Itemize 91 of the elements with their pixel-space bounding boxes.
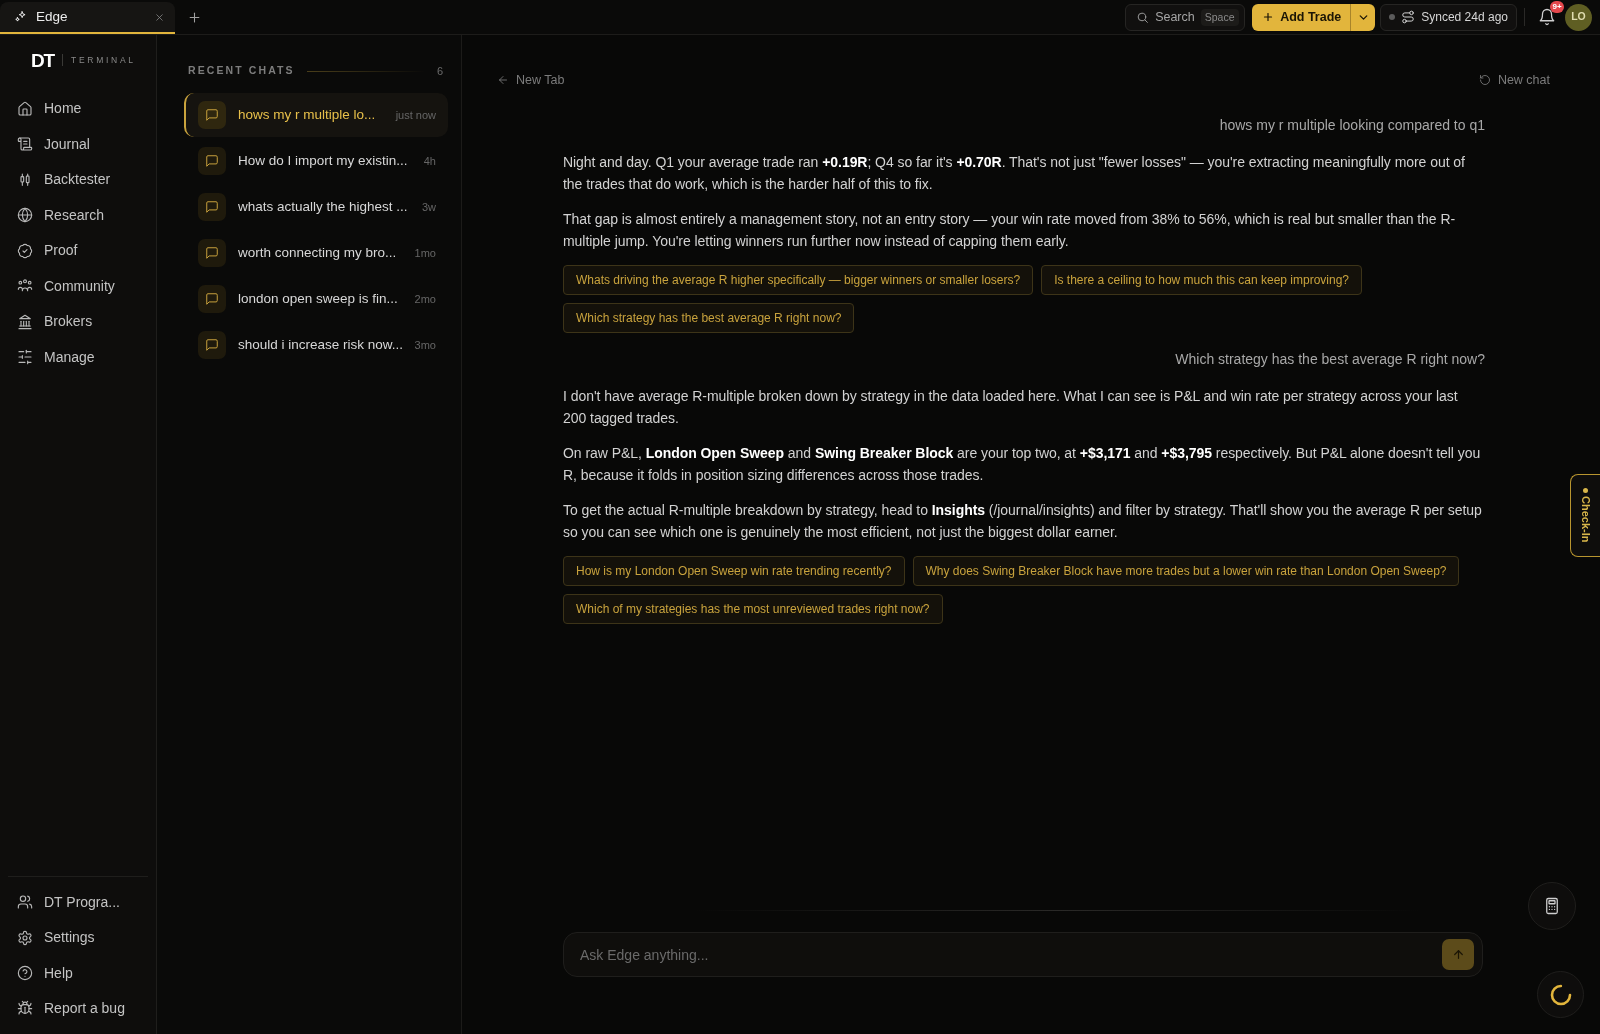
assistant-message: On raw P&L, London Open Sweep and Swing Breaker Block are your top two, at +$3,171 and +$3,795 respectively. But P&L alone doesn't tell you R, because it folds in position sizing differences across those trades. [563, 444, 1482, 485]
bug-icon [17, 1000, 33, 1017]
assistant-message: Night and day. Q1 your average trade ran +0.19R; Q4 so far it's +0.70R. That's not just "fewer losses" — you're extracting meaningfully more out of the trades that do work, which is the harder half of this to fix. [563, 153, 1466, 194]
chat-title: whats actually the highest ... [238, 197, 408, 216]
chat-bubble-icon [198, 285, 226, 313]
users-icon [17, 894, 33, 911]
nav-item[interactable]: Report a bug [8, 990, 148, 1026]
shortcut-hint: Space [1200, 8, 1239, 26]
nav-item[interactable]: Settings [8, 920, 148, 956]
bank-icon [17, 313, 33, 330]
chat-title: How do I import my existin... [238, 151, 408, 170]
suggestion-chip[interactable]: Is there a ceiling to how much this can keep improving? [1041, 265, 1362, 295]
chat-bubble-icon [198, 147, 226, 175]
chat-time: 3mo [413, 337, 436, 353]
route-icon [1401, 10, 1416, 24]
logo-mark: DT [31, 50, 55, 70]
arrow-up-icon [1451, 948, 1465, 961]
settings-icon [17, 929, 33, 946]
nav-item[interactable]: Home [8, 91, 148, 127]
plus-icon [1262, 11, 1275, 23]
nav-item[interactable]: Proof [8, 233, 148, 269]
badge-check-icon [17, 242, 33, 259]
spinner-icon [1548, 982, 1573, 1007]
suggestion-chip[interactable]: Why does Swing Breaker Block have more trades but a lower win rate than London Open Sweep? [912, 556, 1460, 586]
chat-title: hows my r multiple lo... [238, 105, 376, 124]
candlestick-icon [17, 171, 33, 188]
tab[interactable]: Edge [0, 2, 175, 34]
new-chat-button[interactable]: New chat [1478, 70, 1550, 90]
suggestion-chip[interactable]: Which of my strategies has the most unreviewed trades right now? [563, 594, 943, 624]
refresh-icon [1478, 74, 1491, 86]
nav-item[interactable]: Community [8, 268, 148, 304]
assistant-message: That gap is almost entirely a management story, not an entry story — your win rate moved from 38% to 56%, which is real but smaller than the R-multiple jump. You're letting winners run further now instead of capping them early. [563, 210, 1457, 251]
sliders-icon [17, 349, 33, 366]
chat-time: 1mo [413, 245, 436, 261]
nav-item[interactable]: DT Progra... [8, 884, 148, 921]
dropdown-button[interactable] [1350, 3, 1376, 31]
add-trade-button[interactable]: Add Trade [1252, 3, 1351, 31]
chat-list-item[interactable]: should i increase risk now... 3mo [184, 323, 448, 367]
chat-time: just now [394, 107, 436, 123]
chat-title: london open sweep is fin... [238, 289, 398, 308]
nav-item[interactable]: Manage [8, 339, 148, 375]
notification-badge: 9+ [1550, 1, 1564, 13]
suggestion-chip[interactable]: How is my London Open Sweep win rate trending recently? [563, 556, 905, 586]
sparkle-icon [14, 10, 28, 24]
nav-item[interactable]: Journal [8, 126, 148, 162]
nav-item[interactable]: Research [8, 197, 148, 233]
chat-count: 6 [436, 63, 443, 79]
calculator-icon [1543, 897, 1561, 915]
user-message: hows my r multiple looking compared to q1 [1219, 116, 1485, 135]
chat-list-item[interactable]: How do I import my existin... 4h [184, 139, 448, 183]
assistant-message: To get the actual R-multiple breakdown by strategy, head to Insights (/journal/insights) and filter by strategy. That'll show you the average R per setup so you can see which one is genuinely the most efficient, not just the biggest dollar earner. [563, 501, 1483, 542]
assistant-message: I don't have average R-multiple broken down by strategy in the data loaded here. What I can see is P&L and win rate per strategy across your last 200 tagged trades. [563, 387, 1459, 428]
calculator-button[interactable] [1528, 882, 1576, 930]
chat-bubble-icon [198, 193, 226, 221]
chat-time: 3w [420, 199, 436, 215]
chat-time: 2mo [413, 291, 436, 307]
nav-item[interactable]: Help [8, 955, 148, 991]
chat-list-item[interactable]: worth connecting my bro... 1mo [184, 231, 448, 275]
search-button[interactable]: Search Space [1125, 3, 1246, 31]
chat-bubble-icon [198, 331, 226, 359]
close-icon[interactable] [154, 11, 165, 23]
search-icon [1136, 10, 1150, 24]
chat-bubble-icon [198, 101, 226, 129]
chat-input[interactable]: Ask Edge anything... [580, 939, 1434, 970]
chat-list-item[interactable]: hows my r multiple lo... just now [184, 93, 448, 137]
nav-item[interactable]: Backtester [8, 162, 148, 198]
scroll-icon [17, 136, 33, 153]
chat-time: 4h [422, 153, 436, 169]
globe-icon [17, 207, 33, 224]
logo-subtitle: TERMINAL [71, 53, 136, 67]
section-title: RECENT CHATS [188, 63, 295, 79]
plus-icon[interactable] [187, 9, 202, 25]
chat-list-item[interactable]: whats actually the highest ... 3w [184, 185, 448, 229]
check-in-tab[interactable]: Check-In [1570, 474, 1600, 557]
user-message: Which strategy has the best average R right now? [1175, 350, 1485, 369]
back-link[interactable]: New Tab [497, 70, 565, 90]
chat-title: should i increase risk now... [238, 335, 404, 354]
house-icon [17, 100, 33, 117]
message-composer[interactable]: Ask Edge anything... [563, 932, 1483, 977]
suggestion-chip[interactable]: Whats driving the average R higher specifically — bigger winners or smaller losers? [563, 265, 1034, 295]
bell-icon[interactable] [1538, 8, 1556, 26]
arrow-left-icon [497, 74, 509, 86]
suggestion-chip[interactable]: Which strategy has the best average R right now? [563, 303, 855, 333]
nav-item[interactable]: Brokers [8, 304, 148, 340]
avatar[interactable]: LO [1565, 3, 1592, 31]
chat-list-item[interactable]: london open sweep is fin... 2mo [184, 277, 448, 321]
chat-bubble-icon [198, 239, 226, 267]
check-in-label: Check-In [1578, 496, 1593, 543]
help-icon [17, 965, 33, 982]
chat-title: worth connecting my bro... [238, 243, 397, 262]
sync-status-button[interactable]: Synced 24d ago [1380, 3, 1517, 31]
